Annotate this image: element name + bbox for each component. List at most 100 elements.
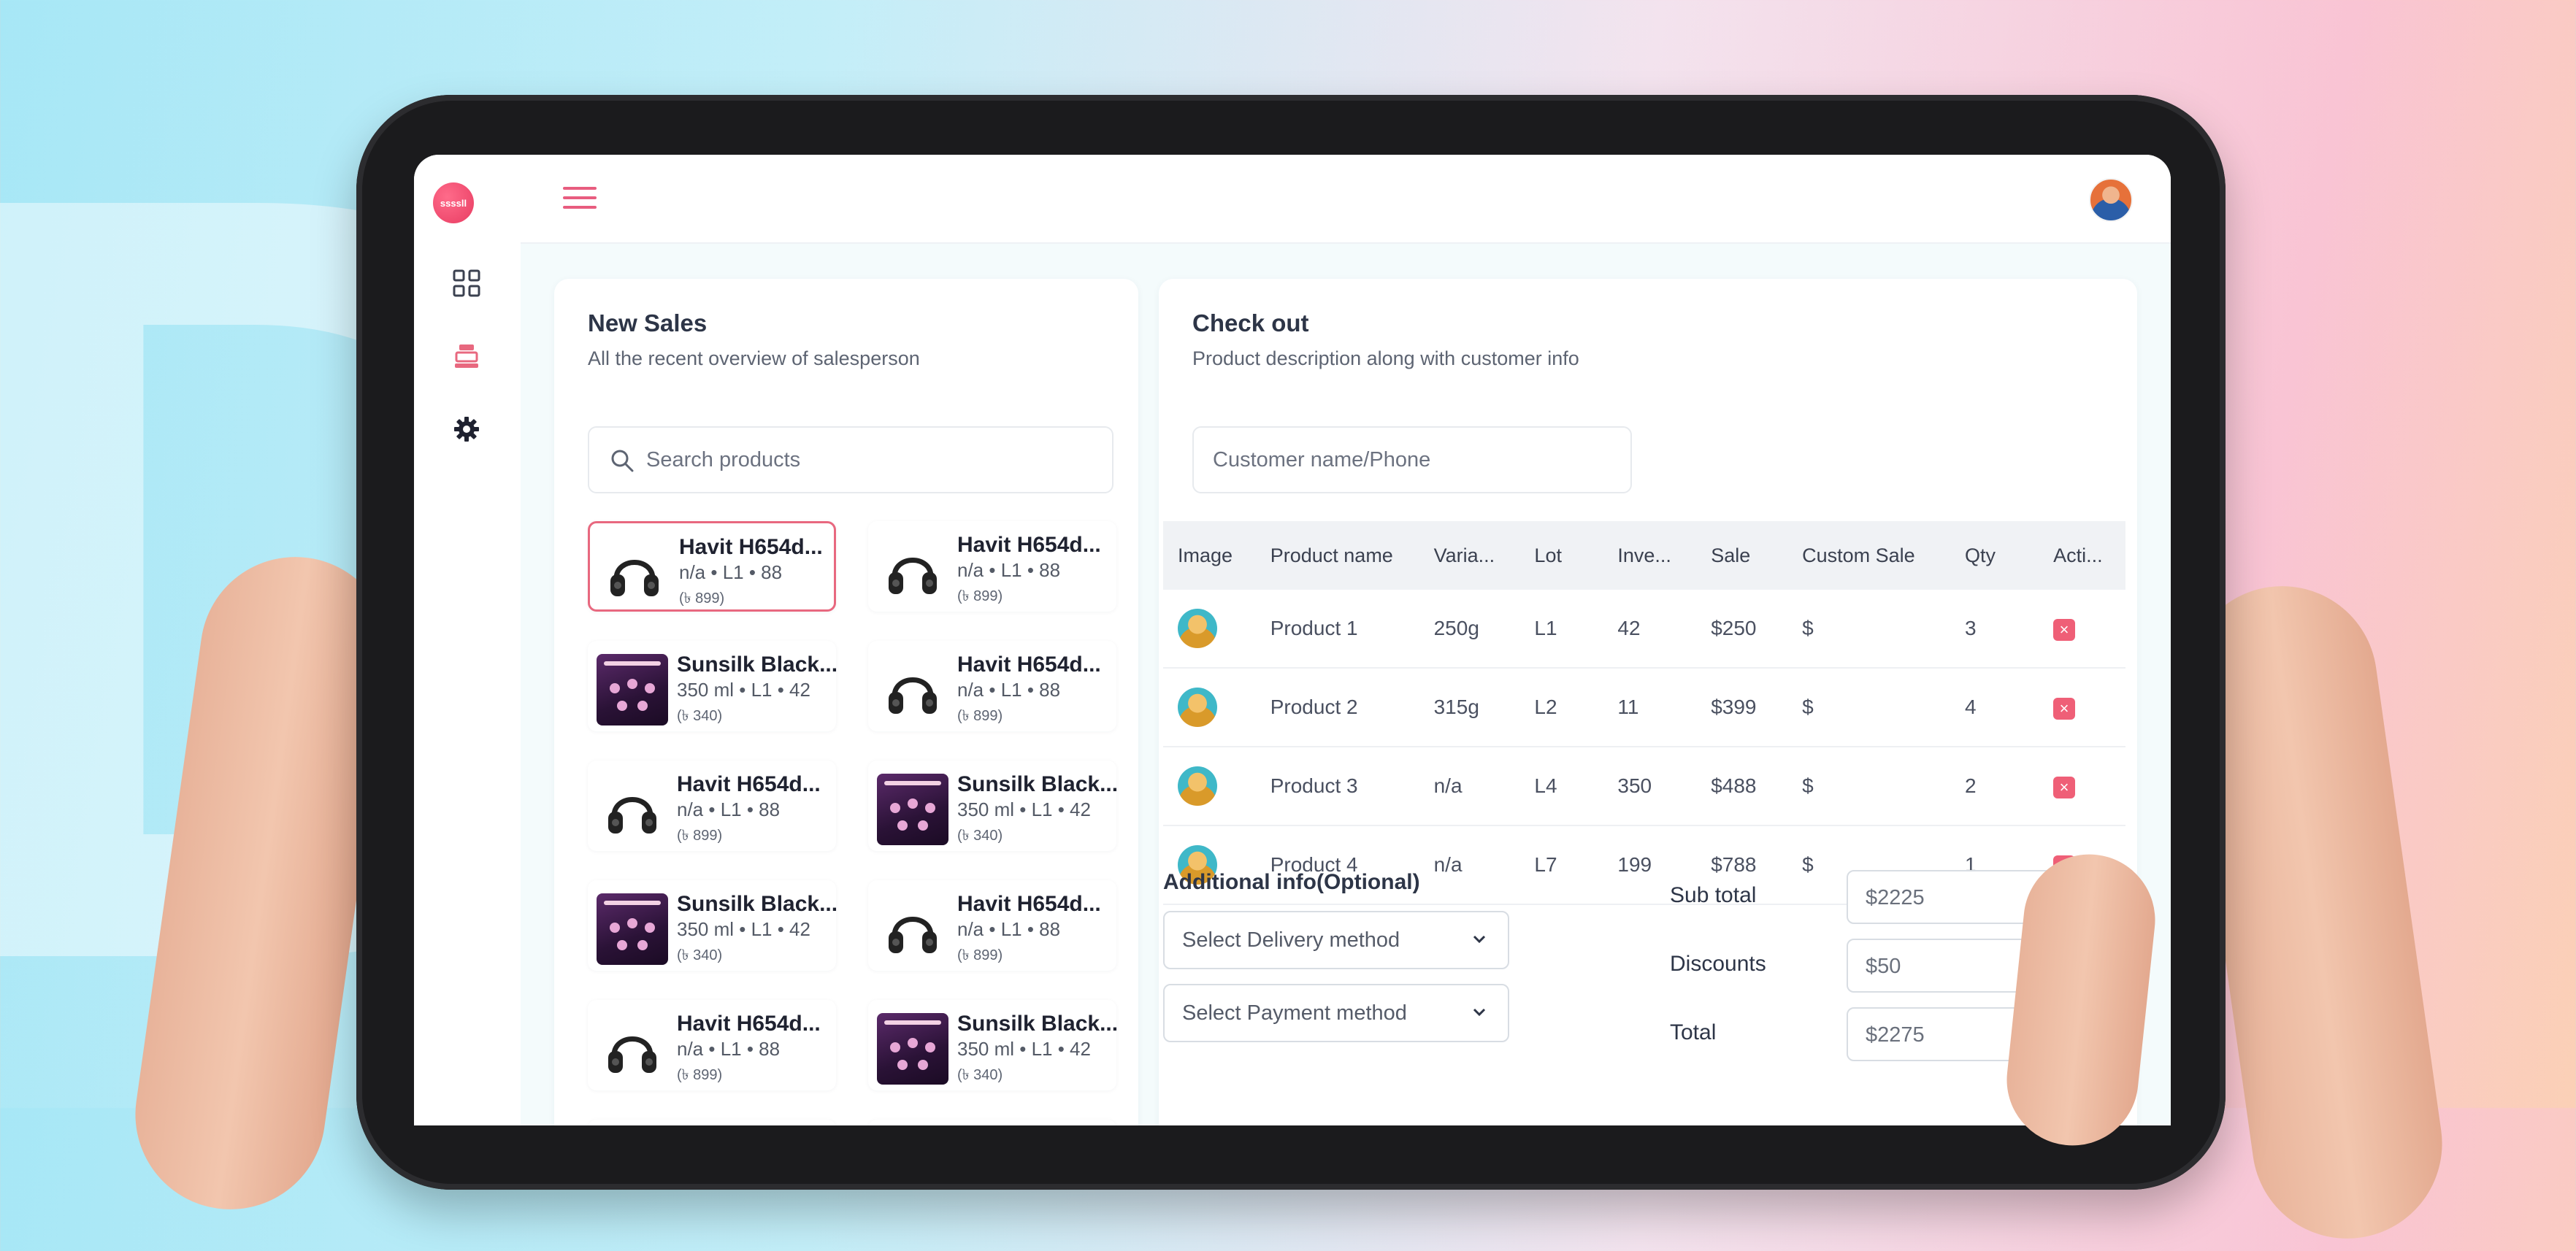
product-card[interactable]: Sunsilk Black... [868, 1120, 1116, 1125]
product-image [597, 893, 668, 965]
subtotal-value: $2225 [1866, 886, 1925, 909]
product-price: (৳ 899) [957, 708, 1003, 724]
product-price: (৳ 899) [677, 828, 723, 844]
product-meta: n/a • L1 • 88 [677, 1038, 781, 1060]
row-qty[interactable]: 2 [1950, 747, 2039, 826]
product-card[interactable]: Havit H654d... n/a • L1 • 88 (৳ 899) [588, 1000, 836, 1090]
table-row: Product 3 n/a L4 350 $488 $2 × [1163, 747, 2125, 826]
product-name: Havit H654d... [957, 533, 1101, 557]
product-avatar [1178, 609, 1217, 648]
payment-method-select[interactable]: Select Payment method [1163, 984, 1509, 1042]
row-action-cell: × [2039, 747, 2125, 826]
row-lot: L1 [1519, 590, 1603, 669]
product-meta: 350 ml • L1 • 42 [677, 918, 810, 940]
search-icon [611, 450, 634, 472]
main-content: New Sales All the recent overview of sal… [521, 244, 2171, 1125]
product-card[interactable]: Havit H654d... n/a • L1 • 88 (৳ 899) [868, 880, 1116, 971]
product-image [599, 536, 670, 608]
row-image-cell [1163, 747, 1256, 826]
customer-placeholder: Customer name/Phone [1213, 448, 1431, 471]
cash-register-icon[interactable] [451, 340, 483, 372]
product-price: (৳ 899) [957, 588, 1003, 604]
new-sales-card: New Sales All the recent overview of sal… [554, 279, 1138, 1125]
new-sales-subtitle: All the recent overview of salesperson [588, 347, 920, 369]
product-price: (৳ 899) [679, 590, 725, 607]
column-header: Sale [1696, 521, 1788, 590]
product-card[interactable]: Sunsilk Black... 350 ml • L1 • 42 (৳ 340) [588, 880, 838, 971]
column-header: Custom Sale [1787, 521, 1951, 590]
discounts-value: $50 [1866, 955, 1901, 978]
row-qty[interactable]: 4 [1950, 668, 2039, 747]
product-meta: 350 ml • L1 • 42 [957, 798, 1091, 820]
top-bar [521, 155, 2171, 244]
cart-table: Image Product name Varia... Lot Inve... Sale C… [1163, 521, 2125, 905]
additional-info-title: Additional info(Optional) [1163, 870, 1420, 894]
row-lot: L4 [1519, 747, 1603, 826]
total-label: Total [1670, 1020, 1717, 1044]
column-header: Qty [1950, 521, 2039, 590]
row-action-cell: × [2039, 668, 2125, 747]
user-avatar[interactable] [2089, 178, 2133, 222]
search-input[interactable]: Search products [588, 426, 1113, 493]
product-meta: n/a • L1 • 88 [679, 561, 783, 583]
product-price: (৳ 340) [957, 1067, 1003, 1083]
row-sale: $399 [1696, 668, 1788, 747]
delete-button[interactable]: × [2053, 776, 2076, 798]
row-lot: L2 [1519, 668, 1603, 747]
product-card[interactable]: Havit H654d... n/a • L1 • 88 (৳ 899) [868, 521, 1116, 612]
product-card[interactable]: Sunsilk Black... 350 ml • L1 • 42 (৳ 340) [868, 761, 1119, 851]
product-name: Havit H654d... [957, 892, 1101, 916]
row-custom[interactable]: $ [1787, 747, 1951, 826]
search-placeholder: Search products [646, 448, 801, 471]
row-sale: $488 [1696, 747, 1788, 826]
product-image [877, 774, 948, 845]
delete-button[interactable]: × [2053, 618, 2076, 641]
row-inventory: 42 [1603, 590, 1697, 669]
chevron-down-icon [1473, 935, 1486, 944]
delivery-method-select[interactable]: Select Delivery method [1163, 911, 1509, 969]
product-price: (৳ 340) [677, 947, 723, 963]
row-action-cell: × [2039, 590, 2125, 669]
customer-input[interactable]: Customer name/Phone [1192, 426, 1632, 493]
row-name: Product 3 [1255, 747, 1419, 826]
row-sale: $250 [1696, 590, 1788, 669]
product-meta: n/a • L1 • 88 [957, 918, 1061, 940]
product-card[interactable]: Havit H654d... n/a • L1 • 88 (৳ 899) [868, 641, 1116, 731]
gear-icon[interactable] [451, 413, 483, 445]
delete-button[interactable]: × [2053, 697, 2076, 720]
row-custom[interactable]: $ [1787, 668, 1951, 747]
product-name: Sunsilk Black... [957, 1012, 1119, 1036]
product-card[interactable]: Sunsilk Black... 350 ml • L1 • 42 (৳ 340) [588, 641, 837, 731]
column-header: Product name [1255, 521, 1419, 590]
product-name: Sunsilk Black... [957, 772, 1119, 796]
checkout-card: Check out Product description along with… [1159, 279, 2137, 1125]
product-card[interactable]: Havit H654d... n/a • L1 • 88 (৳ 899) [588, 761, 836, 851]
product-card[interactable]: Havit H654d... n/a • L1 • 88 (৳ 899) [588, 521, 836, 612]
grid-icon[interactable] [451, 267, 483, 299]
product-image [597, 654, 668, 725]
row-variant: 250g [1419, 590, 1520, 669]
column-header: Varia... [1419, 521, 1520, 590]
table-row: Product 2 315g L2 11 $399 $4 × [1163, 668, 2125, 747]
product-image [877, 534, 948, 606]
row-qty[interactable]: 3 [1950, 590, 2039, 669]
row-inventory: 11 [1603, 668, 1697, 747]
row-custom[interactable]: $ [1787, 590, 1951, 669]
product-price: (৳ 899) [677, 1067, 723, 1083]
product-avatar [1178, 766, 1217, 806]
product-image [597, 1013, 668, 1085]
product-name: Sunsilk Black... [677, 892, 838, 916]
product-card[interactable]: Havit H654d... [588, 1120, 836, 1125]
row-name: Product 2 [1255, 668, 1419, 747]
product-image [597, 774, 668, 845]
product-image [877, 654, 948, 725]
column-header: Acti... [2039, 521, 2125, 590]
app-logo[interactable]: ssssll [433, 182, 474, 223]
hamburger-icon[interactable] [563, 187, 597, 210]
product-card[interactable]: Sunsilk Black... 350 ml • L1 • 42 (৳ 340) [868, 1000, 1119, 1090]
chevron-down-icon [1473, 1008, 1486, 1017]
sidebar: ssssll [414, 155, 522, 1125]
app-screen: ssssll New Sales All the recent overview… [414, 155, 2171, 1125]
checkout-subtitle: Product description along with customer … [1192, 347, 1579, 369]
product-avatar [1178, 688, 1217, 727]
